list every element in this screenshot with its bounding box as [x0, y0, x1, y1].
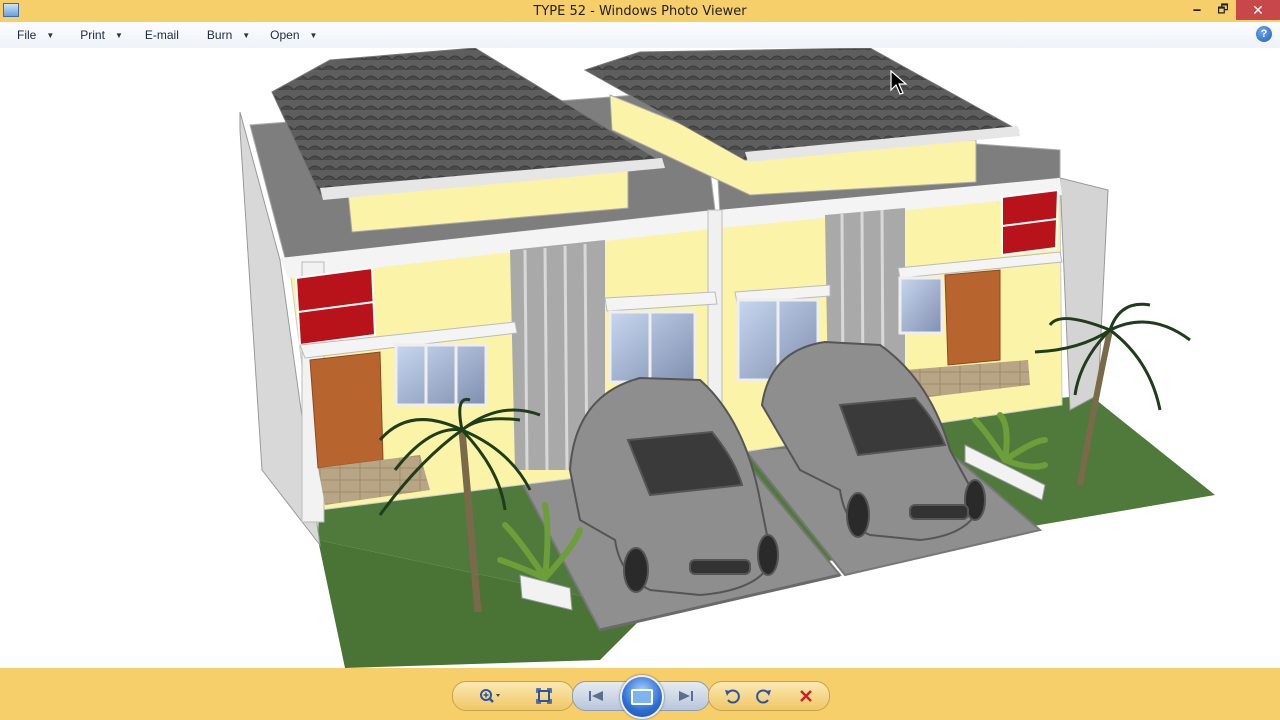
close-icon: ✕: [1252, 1, 1264, 18]
chevron-down-icon: ▼: [114, 30, 123, 40]
menu-email[interactable]: E-mail: [145, 28, 179, 42]
actual-size-icon[interactable]: [533, 686, 555, 706]
slideshow-button[interactable]: [620, 675, 664, 719]
magnifier-icon[interactable]: [475, 686, 505, 706]
menu-print[interactable]: Print ▼: [80, 28, 123, 42]
menu-open-label: Open: [270, 28, 300, 42]
left-tool-group: [452, 681, 574, 711]
menu-burn-label: Burn: [206, 28, 233, 42]
chevron-down-icon: ▼: [309, 30, 318, 40]
help-icon[interactable]: ?: [1256, 26, 1272, 42]
menu-burn[interactable]: Burn ▼: [207, 28, 250, 42]
menu-email-label: E-mail: [144, 28, 179, 42]
next-icon[interactable]: [675, 686, 697, 706]
rotate-counterclockwise-icon[interactable]: [721, 686, 743, 706]
image-viewport: [0, 48, 1280, 668]
right-tool-group: [708, 681, 830, 711]
menu-open[interactable]: Open ▼: [270, 28, 317, 42]
window-title: TYPE 52 - Windows Photo Viewer: [533, 3, 747, 19]
minimize-icon: 🗕: [1192, 1, 1202, 16]
menu-file[interactable]: File ▼: [17, 28, 54, 42]
slideshow-icon: [631, 689, 653, 705]
previous-icon[interactable]: [585, 686, 607, 706]
chevron-down-icon: ▼: [46, 30, 55, 40]
mouse-cursor-icon: [890, 70, 908, 95]
rotate-clockwise-icon[interactable]: [753, 686, 775, 706]
minimize-button[interactable]: 🗕: [1184, 0, 1210, 20]
menu-print-label: Print: [80, 28, 105, 42]
restore-button[interactable]: 🗗: [1210, 0, 1236, 20]
navigation-toolbar: [0, 668, 1280, 720]
menu-bar: File ▼ Print ▼ E-mail Burn ▼ Open ▼ ?: [0, 22, 1280, 49]
delete-icon[interactable]: [795, 686, 817, 706]
app-icon[interactable]: [3, 3, 19, 17]
restore-icon: 🗗: [1217, 1, 1229, 16]
house-rendering: [239, 48, 1215, 668]
menu-file-label: File: [17, 28, 37, 42]
close-button[interactable]: ✕: [1236, 0, 1280, 20]
title-bar: TYPE 52 - Windows Photo Viewer 🗕 🗗 ✕: [0, 0, 1280, 22]
chevron-down-icon: ▼: [242, 30, 251, 40]
